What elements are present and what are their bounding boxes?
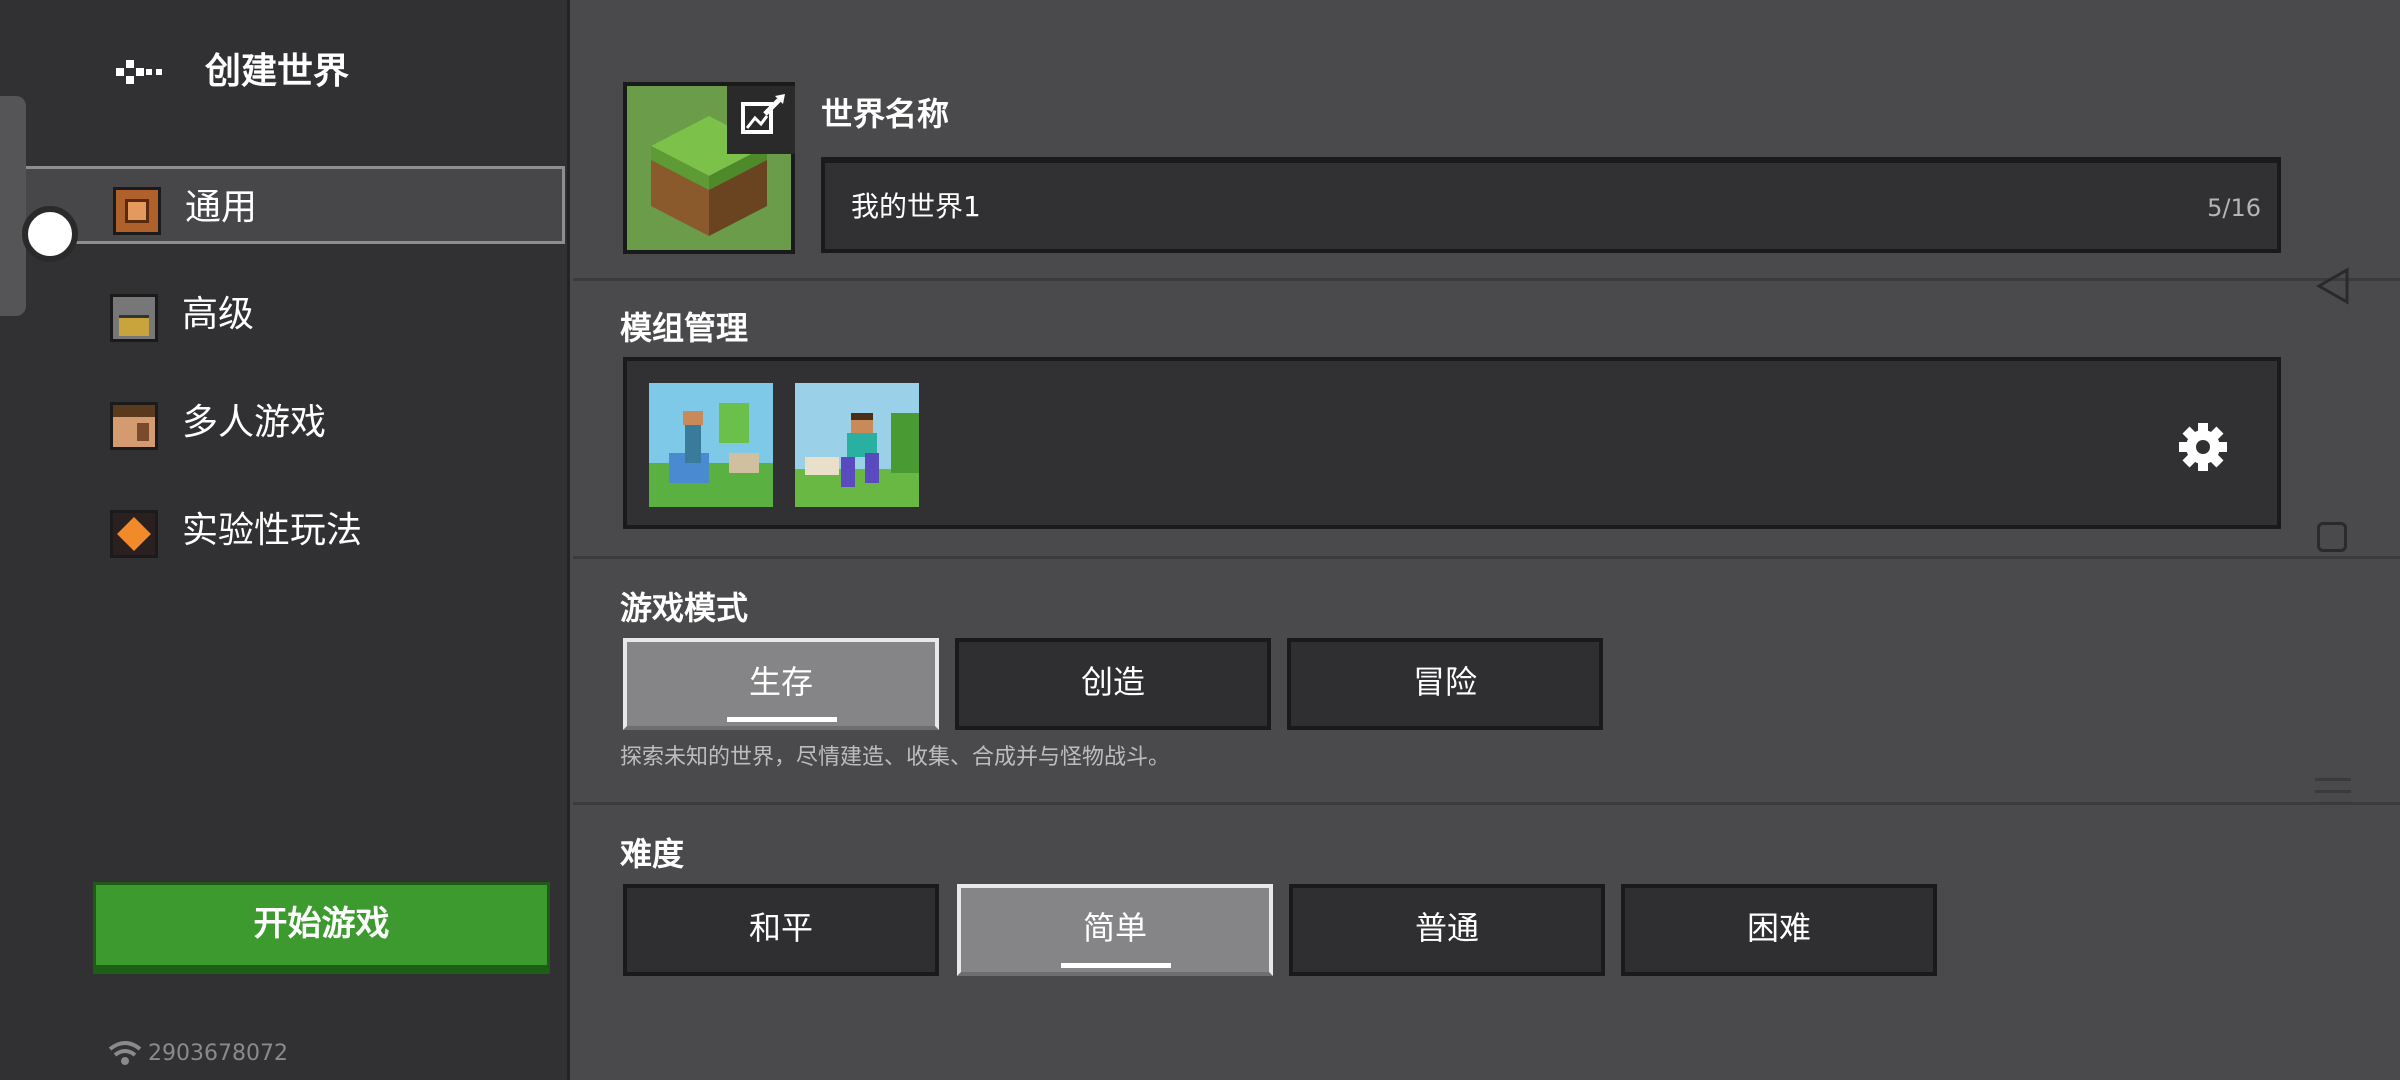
difficulty-peaceful-button[interactable]: 和平 bbox=[623, 884, 939, 976]
mod-pack-thumbnail[interactable] bbox=[649, 383, 773, 507]
game-mode-adventure-button[interactable]: 冒险 bbox=[1287, 638, 1603, 730]
multiplayer-steve-icon bbox=[110, 402, 158, 450]
sidebar-item-label: 通用 bbox=[185, 187, 258, 228]
button-label: 简单 bbox=[1082, 909, 1147, 947]
difficulty-easy-button[interactable]: 简单 bbox=[957, 884, 1273, 976]
selected-indicator bbox=[1061, 963, 1171, 968]
edit-image-icon[interactable] bbox=[727, 86, 795, 154]
button-label: 和平 bbox=[748, 909, 813, 947]
difficulty-label: 难度 bbox=[620, 835, 685, 873]
sidebar-item-label: 实验性玩法 bbox=[182, 510, 363, 551]
edge-handle[interactable] bbox=[0, 96, 26, 316]
menu-lines-icon[interactable] bbox=[2315, 778, 2351, 814]
world-name-value: 我的世界1 bbox=[851, 190, 981, 223]
selected-indicator bbox=[727, 717, 837, 722]
button-label: 生存 bbox=[748, 663, 813, 701]
back-arrow-icon[interactable] bbox=[112, 42, 172, 102]
advanced-chest-icon bbox=[110, 294, 158, 342]
general-settings-icon bbox=[113, 187, 161, 235]
game-mode-survival-button[interactable]: 生存 bbox=[623, 638, 939, 730]
sidebar-item-general[interactable]: 通用 bbox=[0, 166, 565, 244]
mod-pack-thumbnail[interactable] bbox=[795, 383, 919, 507]
sidebar-title: 创建世界 bbox=[205, 51, 350, 92]
home-square-icon[interactable] bbox=[2317, 522, 2347, 552]
world-name-label: 世界名称 bbox=[821, 95, 950, 133]
mod-settings-gear-icon[interactable] bbox=[2177, 421, 2229, 473]
divider bbox=[573, 278, 2400, 281]
sidebar-item-advanced[interactable]: 高级 bbox=[0, 276, 565, 354]
sidebar-item-label: 高级 bbox=[182, 294, 255, 335]
world-name-input[interactable]: 我的世界1 5/16 bbox=[821, 157, 2281, 253]
network-id: 2903678072 bbox=[148, 1041, 288, 1066]
char-counter: 5/16 bbox=[2207, 194, 2261, 222]
floating-assist-dot[interactable] bbox=[22, 206, 78, 262]
sidebar: 创建世界 通用 高级 多人游戏 实验性玩法 开始游戏 2903678072 bbox=[0, 0, 570, 1080]
mod-management-label: 模组管理 bbox=[620, 309, 749, 347]
world-thumbnail[interactable] bbox=[623, 82, 795, 254]
sidebar-item-experimental[interactable]: 实验性玩法 bbox=[0, 492, 565, 570]
back-triangle-icon[interactable] bbox=[2313, 266, 2353, 306]
mod-list bbox=[623, 357, 2281, 529]
button-label: 冒险 bbox=[1412, 663, 1477, 701]
difficulty-normal-button[interactable]: 普通 bbox=[1289, 884, 1605, 976]
button-label: 困难 bbox=[1746, 909, 1811, 947]
start-game-button[interactable]: 开始游戏 bbox=[93, 882, 550, 974]
main-panel: 世界名称 我的世界1 5/16 模组管理 游戏模式 生存 创造 冒险 探索未知的… bbox=[573, 0, 2400, 1080]
game-mode-description: 探索未知的世界，尽情建造、收集、合成并与怪物战斗。 bbox=[620, 745, 1171, 770]
game-mode-label: 游戏模式 bbox=[620, 589, 749, 627]
experimental-icon bbox=[110, 510, 158, 558]
button-label: 普通 bbox=[1414, 909, 1479, 947]
divider bbox=[573, 556, 2400, 559]
game-mode-creative-button[interactable]: 创造 bbox=[955, 638, 1271, 730]
button-label: 创造 bbox=[1080, 663, 1145, 701]
difficulty-hard-button[interactable]: 困难 bbox=[1621, 884, 1937, 976]
sidebar-item-label: 多人游戏 bbox=[182, 402, 327, 443]
wifi-icon bbox=[108, 1041, 142, 1065]
sidebar-item-multiplayer[interactable]: 多人游戏 bbox=[0, 384, 565, 462]
divider bbox=[573, 802, 2400, 805]
